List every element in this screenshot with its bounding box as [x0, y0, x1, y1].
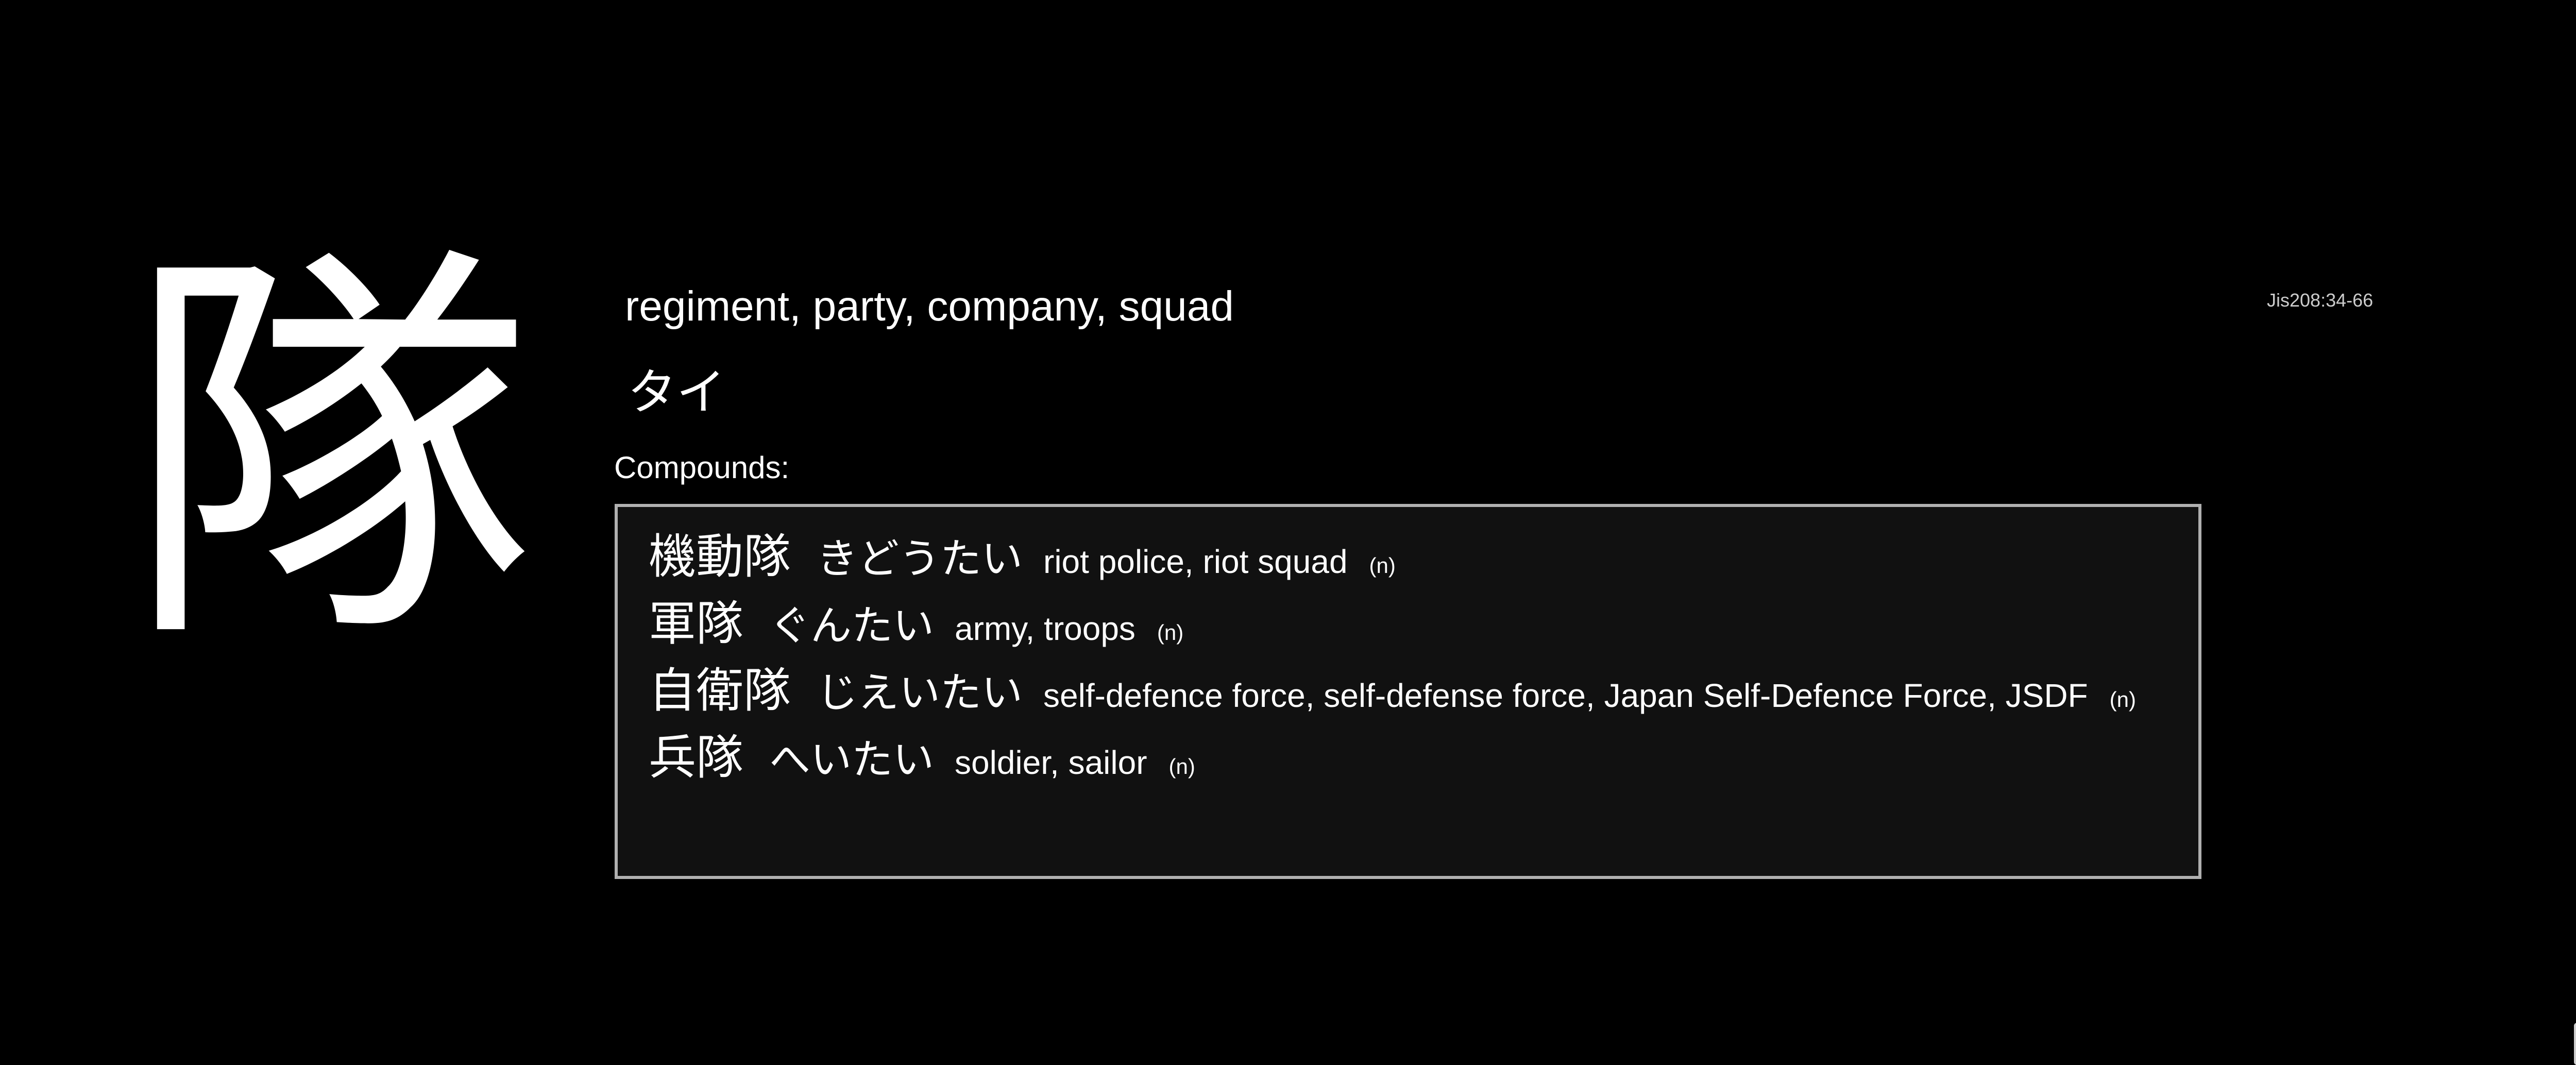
compound-reading: きどうたい: [817, 535, 1023, 583]
compound-gloss: soldier, sailor: [955, 744, 1147, 781]
scrollbar-handle[interactable]: [2574, 1023, 2576, 1065]
compound-word: 機動隊: [649, 529, 791, 584]
compound-word: 自衛隊: [649, 663, 791, 718]
compound-pos: (n): [1157, 620, 1184, 645]
compounds-label: Compounds:: [614, 450, 790, 485]
compound-gloss: riot police, riot squad: [1043, 543, 1348, 580]
compounds-box[interactable]: 機動隊 きどうたい riot police, riot squad (n) 軍隊…: [615, 504, 2201, 879]
compound-pos: (n): [1369, 553, 1396, 578]
compound-pos: (n): [1168, 754, 1195, 779]
jis-code: Jis208:34-66: [2267, 290, 2374, 311]
compound-row: 機動隊 きどうたい riot police, riot squad (n): [649, 518, 1396, 587]
compound-pos: (n): [2109, 687, 2136, 712]
compound-row: 軍隊 ぐんたい army, troops (n): [649, 585, 1183, 654]
compound-reading: へいたい: [769, 736, 935, 784]
compound-gloss: army, troops: [955, 610, 1136, 647]
compound-word: 軍隊: [649, 596, 744, 651]
compound-row: 自衛隊 じえいたい self-defence force, self-defen…: [649, 652, 2136, 721]
compound-gloss: self-defence force, self-defense force, …: [1043, 677, 2088, 714]
compound-row: 兵隊 へいたい soldier, sailor (n): [649, 719, 1195, 788]
kanji-reading: タイ: [628, 364, 726, 421]
compound-reading: じえいたい: [817, 669, 1023, 717]
kanji-meaning: regiment, party, company, squad: [625, 283, 1234, 330]
compound-reading: ぐんたい: [769, 602, 935, 650]
kanji-display: 隊: [124, 213, 536, 694]
compound-word: 兵隊: [649, 730, 744, 785]
